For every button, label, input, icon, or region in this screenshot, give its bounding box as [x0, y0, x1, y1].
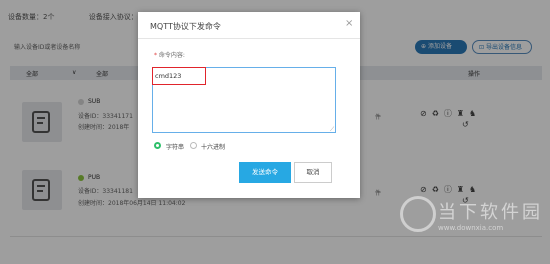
radio-string-label: 字符串 — [166, 144, 185, 151]
dialog-title: MQTT协议下发命令 — [150, 22, 221, 31]
radio-hex[interactable] — [190, 142, 197, 149]
send-command-dialog: MQTT协议下发命令 × * 命令内容: cmd123 ⟋ 字符串 十六进制 发… — [138, 12, 360, 198]
cancel-button[interactable]: 取消 — [294, 162, 332, 183]
close-icon[interactable]: × — [345, 18, 353, 29]
watermark-url: www.downxia.com — [438, 224, 504, 232]
command-content-label: * 命令内容: — [154, 50, 185, 59]
watermark-text: 当下软件园 — [438, 202, 543, 223]
highlight-box — [152, 67, 206, 85]
divider — [138, 38, 360, 39]
radio-string[interactable] — [154, 142, 161, 149]
required-mark: * — [154, 52, 157, 59]
command-content-text: 命令内容: — [158, 52, 185, 59]
radio-hex-label: 十六进制 — [201, 144, 226, 151]
watermark-logo-icon — [400, 196, 436, 232]
resize-grip-icon[interactable]: ⟋ — [330, 126, 334, 134]
send-command-button[interactable]: 发送命令 — [239, 162, 291, 183]
